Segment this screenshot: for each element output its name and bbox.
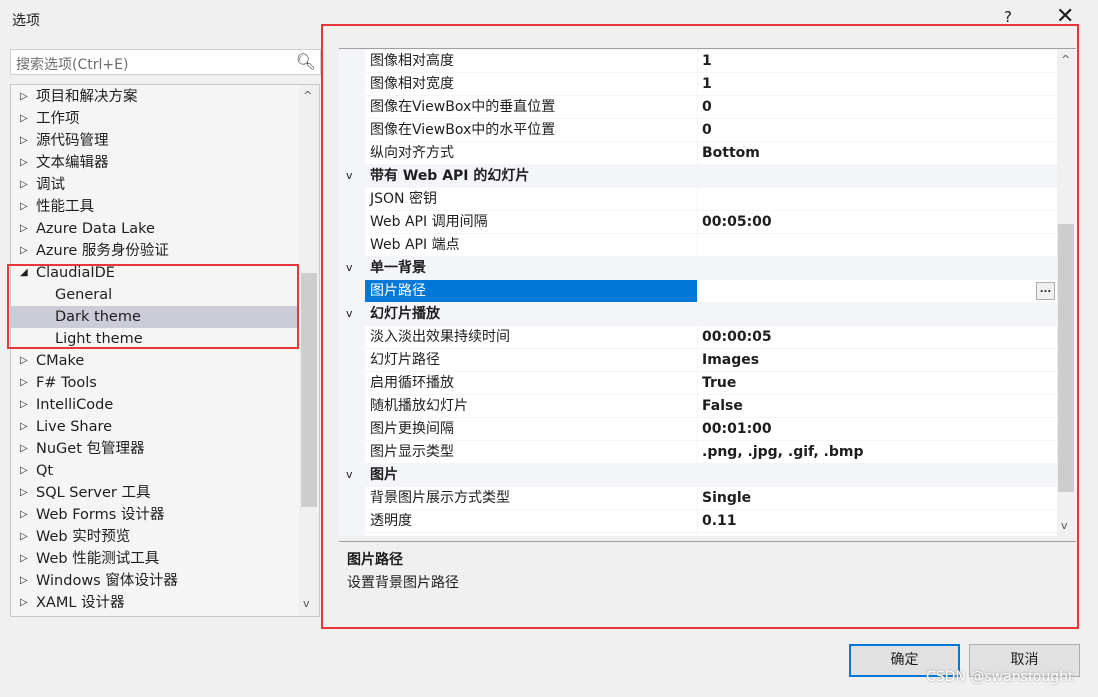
highlight-box-tree — [7, 264, 299, 349]
highlight-box-grid — [321, 24, 1079, 629]
tree-item-label: 工作项 — [36, 111, 80, 127]
tree-item[interactable]: ▷ Web Forms 设计器 — [11, 504, 299, 526]
tree-item[interactable]: ▷ Qt — [11, 460, 299, 482]
options-tree: ▷ 项目和解决方案 ▷ 工作项 ▷ 源代码管理 ▷ 文本编辑器 ▷ 调试 ▷ 性能工具 ▷ Azure D… — [10, 84, 320, 617]
window-title: 选项 — [12, 13, 40, 29]
tree-item[interactable]: ▷ 调试 — [11, 174, 299, 196]
expand-arrow-icon[interactable]: ▷ — [20, 196, 28, 218]
tree-item[interactable]: ▷ Azure 服务身份验证 — [11, 240, 299, 262]
tree-item[interactable]: ▷ IntelliCode — [11, 394, 299, 416]
tree-item-label: Web 实时预览 — [36, 529, 131, 545]
tree-item[interactable]: ▷ Azure Data Lake — [11, 218, 299, 240]
expand-arrow-icon[interactable]: ▷ — [20, 482, 28, 504]
tree-item[interactable]: ▷ 源代码管理 — [11, 130, 299, 152]
tree-item[interactable]: ▷ Web 性能测试工具 — [11, 548, 299, 570]
expand-arrow-icon[interactable]: ▷ — [20, 218, 28, 240]
expand-arrow-icon[interactable]: ▷ — [20, 372, 28, 394]
tree-item[interactable]: ▷ SQL Server 工具 — [11, 482, 299, 504]
expand-arrow-icon[interactable]: ▷ — [20, 526, 28, 548]
expand-arrow-icon[interactable]: ▷ — [20, 592, 28, 614]
tree-item[interactable]: ▷ 文本编辑器 — [11, 152, 299, 174]
expand-arrow-icon[interactable]: ▷ — [20, 174, 28, 196]
expand-arrow-icon[interactable]: ▷ — [20, 130, 28, 152]
tree-item-label: Azure 服务身份验证 — [36, 243, 169, 259]
tree-item[interactable]: ▷ 项目和解决方案 — [11, 86, 299, 108]
tree-item[interactable]: ▷ 性能工具 — [11, 196, 299, 218]
tree-item-label: 项目和解决方案 — [36, 89, 138, 105]
expand-arrow-icon[interactable]: ▷ — [20, 350, 28, 372]
tree-item-label: Live Share — [36, 419, 113, 435]
tree-item[interactable]: ▷ Web 实时预览 — [11, 526, 299, 548]
expand-arrow-icon[interactable]: ▷ — [20, 460, 28, 482]
tree-item-label: SQL Server 工具 — [36, 485, 151, 501]
scroll-up-icon[interactable]: ^ — [303, 89, 312, 102]
tree-item[interactable]: ▷ Windows 窗体设计器 — [11, 570, 299, 592]
tree-item[interactable]: ▷ NuGet 包管理器 — [11, 438, 299, 460]
tree-scroll-thumb[interactable] — [301, 273, 317, 507]
expand-arrow-icon[interactable]: ▷ — [20, 240, 28, 262]
search-input[interactable]: 搜索选项(Ctrl+E) 🔍︎ — [10, 49, 321, 75]
tree-item[interactable]: ▷ CMake — [11, 350, 299, 372]
expand-arrow-icon[interactable]: ▷ — [20, 108, 28, 130]
scroll-down-icon[interactable]: v — [303, 597, 310, 610]
tree-item[interactable]: ▷ Live Share — [11, 416, 299, 438]
tree-item-label: Web 性能测试工具 — [36, 551, 160, 567]
tree-item-label: Web Forms 设计器 — [36, 507, 165, 523]
expand-arrow-icon[interactable]: ▷ — [20, 416, 28, 438]
tree-item-label: IntelliCode — [36, 397, 114, 413]
tree-item-label: 文本编辑器 — [36, 155, 109, 171]
tree-item-label: Windows 窗体设计器 — [36, 573, 178, 589]
expand-arrow-icon[interactable]: ▷ — [20, 548, 28, 570]
tree-item-label: 调试 — [36, 177, 65, 193]
tree-item-label: NuGet 包管理器 — [36, 441, 145, 457]
tree-item-label: XAML 设计器 — [36, 595, 125, 611]
tree-item-label: Azure Data Lake — [36, 221, 155, 237]
tree-item-label: CMake — [36, 353, 85, 369]
search-placeholder: 搜索选项(Ctrl+E) — [16, 57, 129, 73]
tree-item[interactable]: ▷ 工作项 — [11, 108, 299, 130]
expand-arrow-icon[interactable]: ▷ — [20, 86, 28, 108]
tree-item-label: Qt — [36, 463, 54, 479]
expand-arrow-icon[interactable]: ▷ — [20, 394, 28, 416]
tree-item-label: 性能工具 — [36, 199, 94, 215]
expand-arrow-icon[interactable]: ▷ — [20, 152, 28, 174]
expand-arrow-icon[interactable]: ▷ — [20, 570, 28, 592]
expand-arrow-icon[interactable]: ▷ — [20, 438, 28, 460]
tree-item[interactable]: ▷ F# Tools — [11, 372, 299, 394]
tree-item-label: 源代码管理 — [36, 133, 109, 149]
tree-scrollbar[interactable]: ^ v — [299, 85, 319, 616]
tree-item-label: F# Tools — [36, 375, 97, 391]
search-icon[interactable]: 🔍︎ — [296, 52, 316, 71]
watermark: CSDN @swansfought — [926, 669, 1074, 685]
tree-item[interactable]: ▷ XAML 设计器 — [11, 592, 299, 614]
expand-arrow-icon[interactable]: ▷ — [20, 504, 28, 526]
